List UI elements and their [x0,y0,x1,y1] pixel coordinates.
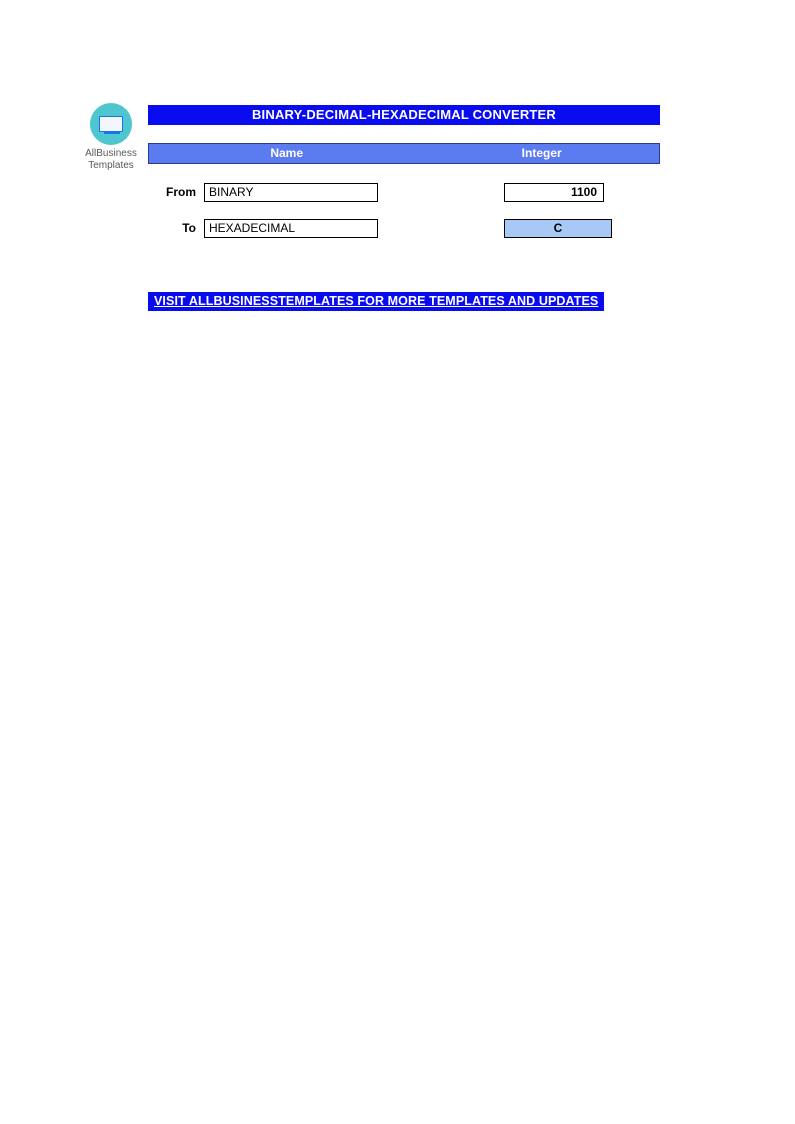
from-row: From BINARY 1100 [148,182,660,202]
from-label: From [148,185,204,199]
to-label: To [148,221,204,235]
column-headers: Name Integer [148,143,660,164]
footer-link-bar: VISIT ALLBUSINESSTEMPLATES FOR MORE TEMP… [148,292,604,311]
from-value-input[interactable]: 1100 [504,183,604,202]
footer-link[interactable]: VISIT ALLBUSINESSTEMPLATES FOR MORE TEMP… [154,294,598,308]
brand-text-2: Templates [80,160,142,172]
page-title: BINARY-DECIMAL-HEXADECIMAL CONVERTER [148,105,660,125]
header-name: Name [149,144,424,163]
from-name-input[interactable]: BINARY [204,183,378,202]
header-integer: Integer [424,144,659,163]
to-value-output: C [504,219,612,238]
to-row: To HEXADECIMAL C [148,218,660,238]
to-name-input[interactable]: HEXADECIMAL [204,219,378,238]
brand-text-1: AllBusiness [80,148,142,160]
laptop-icon [90,103,132,145]
brand-logo: AllBusiness Templates [80,103,142,171]
